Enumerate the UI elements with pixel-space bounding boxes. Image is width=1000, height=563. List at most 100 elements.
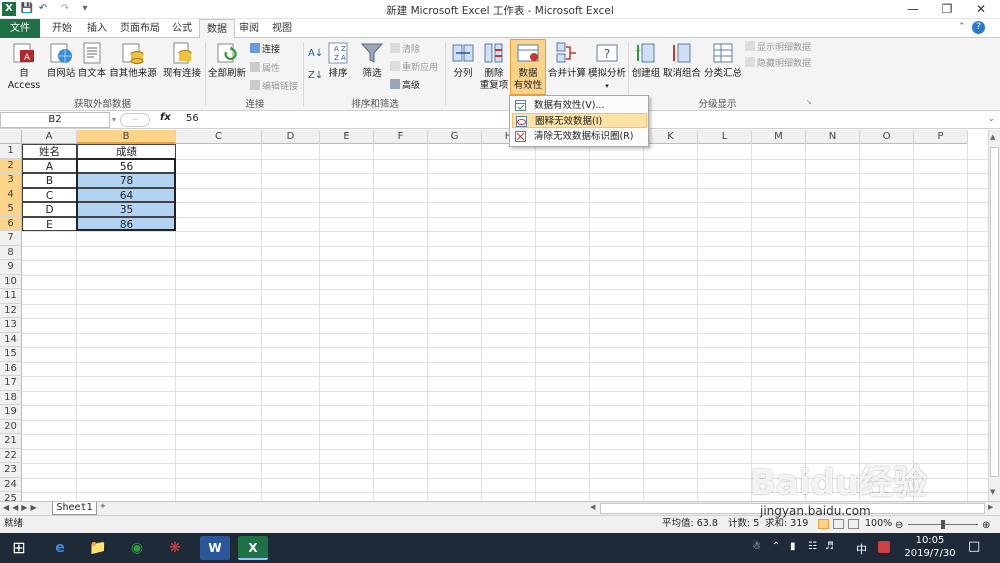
existing-connections-button[interactable]: 现有连接 bbox=[160, 40, 204, 80]
row-header-21[interactable]: 21 bbox=[0, 434, 22, 449]
header-cell-name[interactable]: 姓名 bbox=[22, 144, 77, 159]
row-header-22[interactable]: 22 bbox=[0, 448, 22, 463]
ribbon-collapse-icon[interactable]: ⌃ bbox=[958, 22, 970, 34]
close-button[interactable]: ✕ bbox=[964, 0, 998, 19]
windows-start-icon[interactable]: ⊞ bbox=[4, 536, 34, 560]
sort-za-icon[interactable]: Z↓ bbox=[308, 70, 323, 82]
notification-icon[interactable]: □ bbox=[968, 539, 980, 554]
row-header-10[interactable]: 10 bbox=[0, 274, 22, 289]
from-access-button[interactable]: A 自 Access bbox=[2, 40, 46, 92]
what-if-analysis-button[interactable]: ? 模拟分析 ▾ bbox=[587, 40, 627, 92]
dialog-launcher-icon[interactable]: ↘ bbox=[806, 98, 812, 106]
restore-button[interactable]: ❐ bbox=[930, 0, 964, 19]
name-box[interactable]: B2 bbox=[0, 112, 110, 128]
subtotal-button[interactable]: 分类汇总 bbox=[703, 40, 743, 80]
tab-home[interactable]: 开始 bbox=[45, 19, 79, 38]
column-header-b[interactable]: B bbox=[77, 130, 176, 144]
help-icon[interactable]: ? bbox=[972, 21, 985, 34]
browser-360-icon[interactable]: ◉ bbox=[122, 536, 152, 560]
select-all-corner[interactable] bbox=[0, 130, 22, 144]
table-cell-name[interactable]: C bbox=[22, 187, 77, 202]
show-detail-button[interactable]: 显示明细数据 bbox=[745, 41, 811, 54]
table-cell-score[interactable]: 35 bbox=[77, 202, 176, 217]
from-web-button[interactable]: 自网站 bbox=[46, 40, 76, 80]
table-cell-score[interactable]: 56 bbox=[77, 158, 176, 173]
menu-item-circle-invalid-data[interactable]: 圈释无效数据(I) bbox=[512, 113, 647, 128]
row-header-8[interactable]: 8 bbox=[0, 245, 22, 260]
tab-file[interactable]: 文件 bbox=[0, 19, 40, 38]
word-icon[interactable]: W bbox=[200, 536, 230, 560]
name-box-dropdown-icon[interactable]: ▾ bbox=[112, 115, 116, 124]
row-header-19[interactable]: 19 bbox=[0, 405, 22, 420]
tab-view[interactable]: 视图 bbox=[265, 19, 299, 38]
column-header-k[interactable]: K bbox=[644, 130, 698, 144]
column-header-d[interactable]: D bbox=[262, 130, 320, 144]
row-header-25[interactable]: 25 bbox=[0, 492, 22, 501]
data-validation-button[interactable]: 数据有效性 ▾ bbox=[510, 39, 546, 102]
tab-review[interactable]: 审阅 bbox=[232, 19, 266, 38]
sheet-tab-sheet1[interactable]: Sheet1 bbox=[52, 502, 97, 515]
sheet-nav-arrows-icon[interactable]: ◀◀▶▶ bbox=[3, 503, 40, 512]
row-header-4[interactable]: 4 bbox=[0, 187, 22, 202]
row-header-24[interactable]: 24 bbox=[0, 477, 22, 492]
ungroup-button[interactable]: 取消组合 bbox=[662, 40, 702, 80]
formula-bar-resize-handle[interactable]: − bbox=[120, 113, 150, 127]
ime-icon[interactable] bbox=[878, 541, 890, 553]
column-header-e[interactable]: E bbox=[320, 130, 374, 144]
expand-formula-bar-icon[interactable]: ⌄ bbox=[988, 114, 995, 123]
connections-button[interactable]: 连接 bbox=[250, 43, 280, 56]
table-cell-score[interactable]: 78 bbox=[77, 173, 176, 188]
consolidate-button[interactable]: 合并计算 bbox=[547, 40, 587, 80]
row-header-16[interactable]: 16 bbox=[0, 361, 22, 376]
row-header-20[interactable]: 20 bbox=[0, 419, 22, 434]
excel-taskbar-icon[interactable]: X bbox=[238, 536, 268, 560]
scroll-left-icon[interactable]: ◀ bbox=[590, 503, 595, 511]
advanced-filter-button[interactable]: 高级 bbox=[390, 79, 420, 92]
row-header-7[interactable]: 7 bbox=[0, 231, 22, 246]
table-cell-score[interactable]: 64 bbox=[77, 187, 176, 202]
reapply-button[interactable]: 重新应用 bbox=[390, 61, 438, 74]
filter-button[interactable]: 筛选 bbox=[357, 40, 387, 80]
column-header-p[interactable]: P bbox=[914, 130, 968, 144]
table-cell-name[interactable]: A bbox=[22, 158, 77, 173]
column-header-c[interactable]: C bbox=[176, 130, 262, 144]
row-header-5[interactable]: 5 bbox=[0, 202, 22, 217]
vertical-scroll-thumb[interactable] bbox=[990, 147, 999, 477]
row-header-2[interactable]: 2 bbox=[0, 158, 22, 173]
properties-button[interactable]: 属性 bbox=[250, 62, 280, 75]
battery-icon[interactable]: ▮ bbox=[790, 541, 796, 552]
tab-insert[interactable]: 插入 bbox=[80, 19, 114, 38]
column-header-o[interactable]: O bbox=[860, 130, 914, 144]
table-cell-name[interactable]: D bbox=[22, 202, 77, 217]
input-language[interactable]: 中 bbox=[856, 541, 867, 557]
refresh-all-button[interactable]: 全部刷新 bbox=[207, 40, 247, 80]
edit-links-button[interactable]: 编辑链接 bbox=[250, 80, 298, 93]
column-header-f[interactable]: F bbox=[374, 130, 428, 144]
group-button[interactable]: + 创建组 bbox=[630, 40, 662, 80]
column-header-l[interactable]: L bbox=[698, 130, 752, 144]
row-header-23[interactable]: 23 bbox=[0, 463, 22, 478]
network-icon[interactable]: ☷ bbox=[808, 541, 817, 552]
text-to-columns-button[interactable]: 分列 bbox=[448, 40, 478, 80]
sort-button[interactable]: A ZZ A 排序 bbox=[323, 40, 353, 80]
tab-formulas[interactable]: 公式 bbox=[165, 19, 199, 38]
minimize-button[interactable]: — bbox=[896, 0, 930, 19]
header-cell-score[interactable]: 成绩 bbox=[77, 144, 176, 159]
scroll-down-icon[interactable]: ▼ bbox=[990, 488, 995, 496]
worksheet-grid[interactable]: ABCDEFGHIJKLMNOP 12345678910111213141516… bbox=[0, 130, 988, 501]
table-cell-name[interactable]: E bbox=[22, 216, 77, 231]
tab-data[interactable]: 数据 bbox=[199, 19, 235, 39]
vertical-scrollbar[interactable]: ▲ ▼ bbox=[988, 130, 1000, 501]
row-header-1[interactable]: 1 bbox=[0, 144, 22, 159]
from-other-sources-button[interactable]: 自其他来源 bbox=[108, 40, 158, 80]
row-header-18[interactable]: 18 bbox=[0, 390, 22, 405]
clear-filter-button[interactable]: 清除 bbox=[390, 43, 420, 56]
row-header-9[interactable]: 9 bbox=[0, 260, 22, 275]
insert-sheet-icon[interactable]: ✦ bbox=[99, 502, 113, 515]
app-icon[interactable]: ❋ bbox=[160, 536, 190, 560]
row-header-15[interactable]: 15 bbox=[0, 347, 22, 362]
from-text-button[interactable]: 自文本 bbox=[77, 40, 107, 80]
hide-detail-button[interactable]: 隐藏明细数据 bbox=[745, 57, 811, 70]
column-header-n[interactable]: N bbox=[806, 130, 860, 144]
tab-page-layout[interactable]: 页面布局 bbox=[113, 19, 167, 38]
